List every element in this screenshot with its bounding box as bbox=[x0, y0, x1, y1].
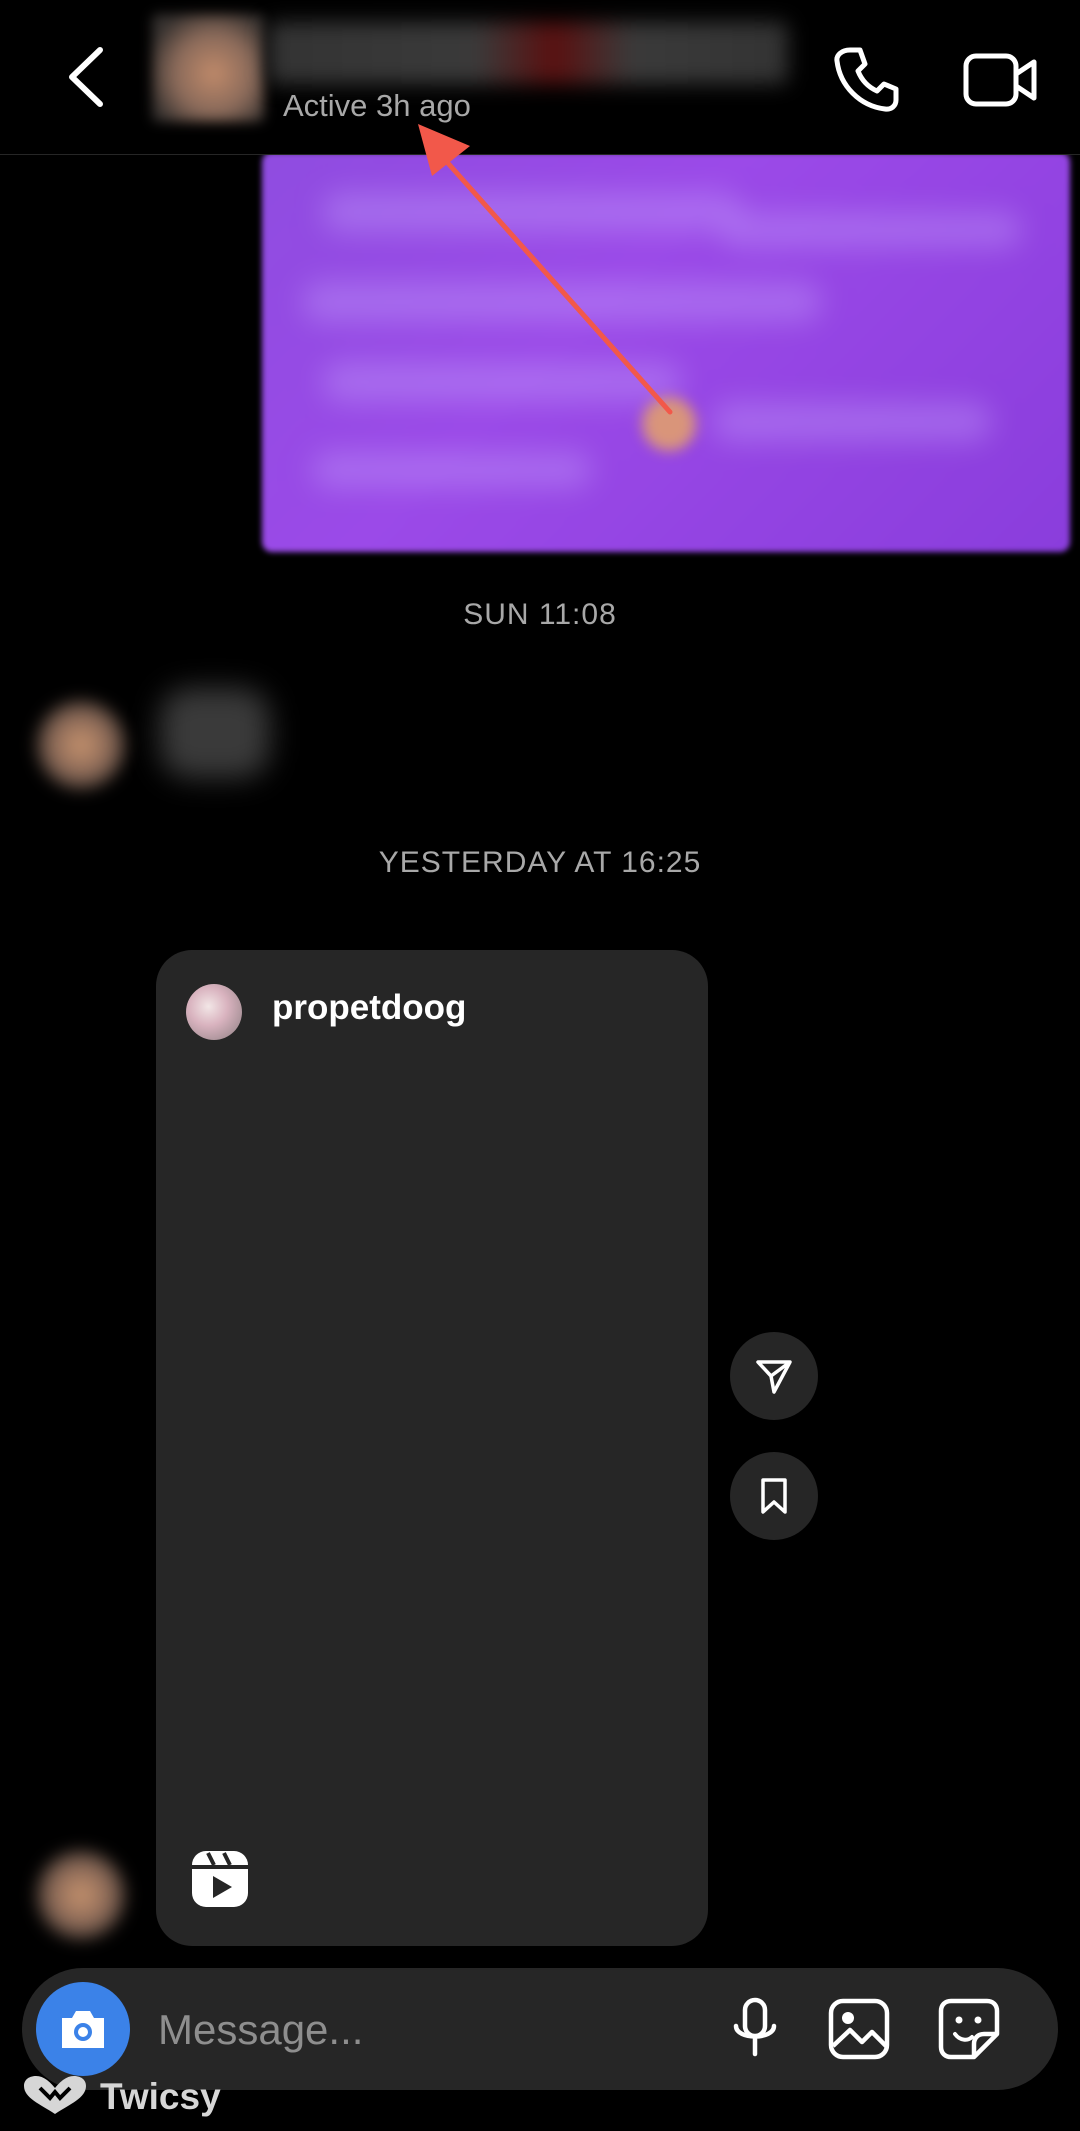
message-input[interactable] bbox=[156, 1996, 700, 2064]
active-status: Active 3h ago bbox=[283, 88, 471, 123]
chat-header: Active 3h ago bbox=[0, 0, 1080, 155]
video-camera-icon[interactable] bbox=[962, 44, 1040, 116]
send-icon bbox=[756, 1360, 792, 1394]
gallery-icon[interactable] bbox=[826, 1996, 892, 2062]
message-bubble-blurred[interactable] bbox=[160, 688, 270, 778]
reel-author-avatar[interactable] bbox=[186, 984, 242, 1040]
contact-name-blurred[interactable] bbox=[268, 22, 788, 84]
contact-avatar[interactable] bbox=[152, 14, 264, 122]
bookmark-icon bbox=[761, 1478, 787, 1514]
timestamp-divider: SUN 11:08 bbox=[463, 598, 617, 631]
sender-avatar[interactable] bbox=[36, 1850, 126, 1940]
watermark-text: Twicsy bbox=[100, 2076, 221, 2117]
reels-icon bbox=[192, 1851, 248, 1907]
camera-icon bbox=[62, 2011, 104, 2048]
save-reel-button[interactable] bbox=[730, 1452, 818, 1540]
phone-icon[interactable] bbox=[830, 44, 902, 116]
shared-reel-card[interactable]: propetdoog bbox=[156, 950, 708, 1946]
twicsy-logo-icon bbox=[24, 2076, 86, 2114]
microphone-icon[interactable] bbox=[722, 1996, 788, 2062]
timestamp-divider: YESTERDAY AT 16:25 bbox=[378, 846, 702, 879]
back-arrow-icon[interactable] bbox=[62, 42, 112, 112]
share-reel-button[interactable] bbox=[730, 1332, 818, 1420]
emoji-blurred bbox=[642, 397, 696, 451]
message-bubble-blurred[interactable] bbox=[262, 152, 1070, 552]
watermark: Twicsy bbox=[20, 2074, 260, 2124]
reel-author-username[interactable]: propetdoog bbox=[272, 988, 466, 1028]
sticker-icon[interactable] bbox=[936, 1996, 1002, 2062]
sender-avatar[interactable] bbox=[36, 700, 126, 790]
message-composer bbox=[22, 1968, 1058, 2090]
camera-button[interactable] bbox=[36, 1982, 130, 2076]
